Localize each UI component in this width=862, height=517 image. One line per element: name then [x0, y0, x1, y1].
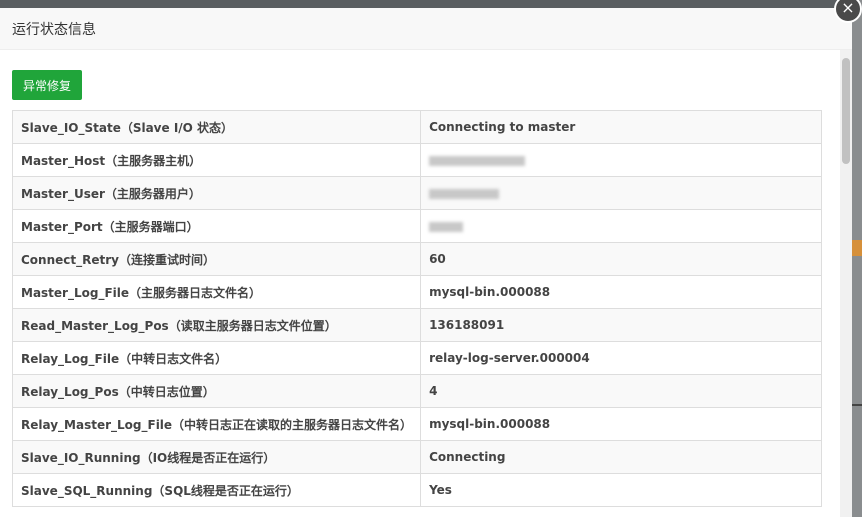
row-value: [420, 176, 822, 210]
row-value: mysql-bin.000088: [420, 407, 822, 441]
redacted-value: [429, 188, 500, 199]
table-row: Relay_Log_File（中转日志文件名） relay-log-server.…: [11, 341, 822, 375]
table-row: Relay_Master_Log_File（中转日志正在读取的主服务器日志文件名…: [11, 407, 822, 441]
redacted-value: [429, 155, 526, 166]
table-row: Master_Host（主服务器主机）: [11, 143, 822, 177]
row-key: Relay_Master_Log_File（中转日志正在读取的主服务器日志文件名…: [11, 407, 422, 441]
row-value: [420, 209, 822, 243]
redacted-value: [429, 221, 464, 232]
table-row: Slave_IO_State（Slave I/O 状态） Connecting t…: [11, 110, 822, 144]
table-row: Master_Port（主服务器端口）: [11, 209, 822, 243]
dialog-header: 运行状态信息: [0, 8, 852, 50]
background-page-edge: [852, 0, 862, 517]
table-row: Slave_SQL_Running（SQL线程是否正在运行） Yes: [11, 473, 822, 507]
table-row: Connect_Retry（连接重试时间） 60: [11, 242, 822, 276]
table-row: Slave_IO_Running（IO线程是否正在运行） Connecting: [11, 440, 822, 474]
dialog-body: 异常修复 Slave_IO_State（Slave I/O 状态） Connect…: [0, 50, 840, 517]
status-table: Slave_IO_State（Slave I/O 状态） Connecting t…: [11, 110, 822, 507]
row-value: Connecting: [420, 440, 822, 474]
background-accent: [852, 240, 862, 256]
row-key: Master_Log_File（主服务器日志文件名）: [11, 275, 422, 309]
status-dialog: 运行状态信息 异常修复 Slave_IO_State（Slave I/O 状态）…: [0, 8, 852, 517]
background-divider: [852, 404, 862, 406]
table-row: Master_Log_File（主服务器日志文件名） mysql-bin.0000…: [11, 275, 822, 309]
table-row: Relay_Log_Pos（中转日志位置） 4: [11, 374, 822, 408]
row-key: Master_Port（主服务器端口）: [11, 209, 422, 243]
row-key: Master_Host（主服务器主机）: [11, 143, 422, 177]
row-key: Slave_IO_State（Slave I/O 状态）: [11, 110, 422, 144]
row-value: relay-log-server.000004: [420, 341, 822, 375]
dialog-title: 运行状态信息: [12, 21, 96, 38]
row-key: Read_Master_Log_Pos（读取主服务器日志文件位置）: [11, 308, 422, 342]
row-key: Relay_Log_File（中转日志文件名）: [11, 341, 422, 375]
row-value: 60: [420, 242, 822, 276]
row-key: Master_User（主服务器用户）: [11, 176, 422, 210]
row-key: Relay_Log_Pos（中转日志位置）: [11, 374, 422, 408]
row-value: 136188091: [420, 308, 822, 342]
row-value: 4: [420, 374, 822, 408]
row-value: mysql-bin.000088: [420, 275, 822, 309]
row-key: Slave_SQL_Running（SQL线程是否正在运行）: [11, 473, 422, 507]
table-row: Master_User（主服务器用户）: [11, 176, 822, 210]
table-row: Read_Master_Log_Pos（读取主服务器日志文件位置） 1361880…: [11, 308, 822, 342]
row-value: Connecting to master: [420, 110, 822, 144]
row-key: Slave_IO_Running（IO线程是否正在运行）: [11, 440, 422, 474]
repair-button[interactable]: 异常修复: [12, 70, 82, 100]
row-value: Yes: [420, 473, 822, 507]
row-key: Connect_Retry（连接重试时间）: [11, 242, 422, 276]
row-value: [420, 143, 822, 177]
background-page: [0, 0, 862, 8]
scrollbar-thumb[interactable]: [842, 58, 850, 164]
